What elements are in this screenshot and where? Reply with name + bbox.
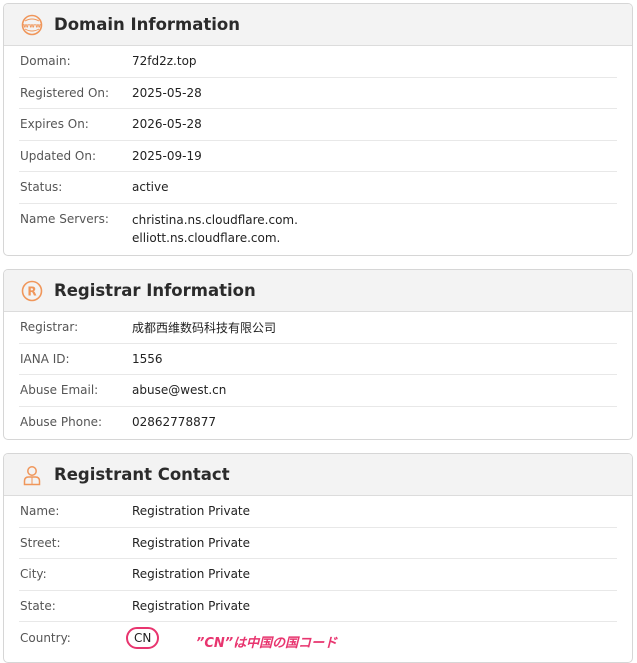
- country-value: CN: [126, 626, 160, 649]
- abuse-phone-value: 02862778877: [132, 415, 216, 430]
- row-label: Status:: [20, 180, 63, 195]
- row-label: Abuse Phone:: [20, 415, 103, 430]
- name-servers-row: Name Servers: christina.ns.cloudflare.co…: [19, 204, 617, 252]
- card-title: Domain Information: [54, 15, 240, 34]
- city-row: City: Registration Private: [19, 559, 617, 591]
- abuse-phone-row: Abuse Phone: 02862778877: [19, 407, 617, 439]
- row-label: Name:: [20, 504, 60, 519]
- abuse-email-row: Abuse Email: abuse@west.cn: [19, 375, 617, 407]
- row-label: Abuse Email:: [20, 383, 99, 398]
- abuse-email-value: abuse@west.cn: [132, 383, 227, 398]
- registrar-information-card: R Registrar Information Registrar: 成都西维数…: [3, 269, 633, 440]
- name-value: Registration Private: [132, 504, 251, 519]
- domain-information-card: www Domain Information Domain: 72fd2z.to…: [3, 3, 633, 256]
- city-value: Registration Private: [132, 567, 251, 582]
- row-label: City:: [20, 567, 47, 582]
- state-value: Registration Private: [132, 598, 251, 613]
- name-server: christina.ns.cloudflare.com.: [132, 212, 298, 227]
- registrar-information-header: R Registrar Information: [4, 270, 632, 312]
- row-label: Domain:: [20, 54, 71, 69]
- status-value: active: [132, 180, 169, 195]
- registrar-value: 成都西维数码科技有限公司: [132, 320, 277, 335]
- country-code-highlight: CN: [126, 626, 160, 649]
- row-label: Registered On:: [20, 85, 110, 100]
- row-label: Updated On:: [20, 148, 96, 163]
- row-label: State:: [20, 598, 56, 613]
- person-icon: [21, 464, 43, 486]
- svg-text:www: www: [23, 21, 41, 29]
- street-row: Street: Registration Private: [19, 528, 617, 559]
- iana-id-value: 1556: [132, 351, 163, 366]
- registrar-row: Registrar: 成都西维数码科技有限公司: [19, 312, 617, 344]
- row-label: Country:: [20, 630, 71, 645]
- expires-on-row: Expires On: 2026-05-28: [19, 109, 617, 141]
- domain-row: Domain: 72fd2z.top: [19, 46, 617, 78]
- card-title: Registrant Contact: [54, 465, 230, 484]
- name-server: elliott.ns.cloudflare.com.: [132, 230, 281, 245]
- name-row: Name: Registration Private: [19, 496, 617, 528]
- registered-on-value: 2025-05-28: [132, 85, 202, 100]
- iana-id-row: IANA ID: 1556: [19, 344, 617, 375]
- registrant-contact-header: Registrant Contact: [4, 454, 632, 496]
- updated-on-row: Updated On: 2025-09-19: [19, 141, 617, 172]
- card-title: Registrar Information: [54, 281, 256, 300]
- row-label: Registrar:: [20, 320, 79, 335]
- row-label: IANA ID:: [20, 351, 70, 366]
- status-row: Status: active: [19, 172, 617, 204]
- svg-text:R: R: [27, 284, 36, 298]
- row-label: Expires On:: [20, 117, 89, 132]
- street-value: Registration Private: [132, 535, 251, 550]
- registered-mark-icon: R: [21, 280, 43, 302]
- expires-on-value: 2026-05-28: [132, 117, 202, 132]
- state-row: State: Registration Private: [19, 591, 617, 622]
- row-label: Name Servers:: [20, 211, 109, 226]
- row-label: Street:: [20, 535, 61, 550]
- updated-on-value: 2025-09-19: [132, 148, 202, 163]
- domain-information-header: www Domain Information: [4, 4, 632, 46]
- www-globe-icon: www: [21, 14, 43, 36]
- name-servers-value: christina.ns.cloudflare.com. elliott.ns.…: [132, 211, 298, 247]
- registered-on-row: Registered On: 2025-05-28: [19, 78, 617, 109]
- domain-value: 72fd2z.top: [132, 54, 197, 69]
- country-code-annotation: ”CN”は中国の国コード: [196, 636, 338, 651]
